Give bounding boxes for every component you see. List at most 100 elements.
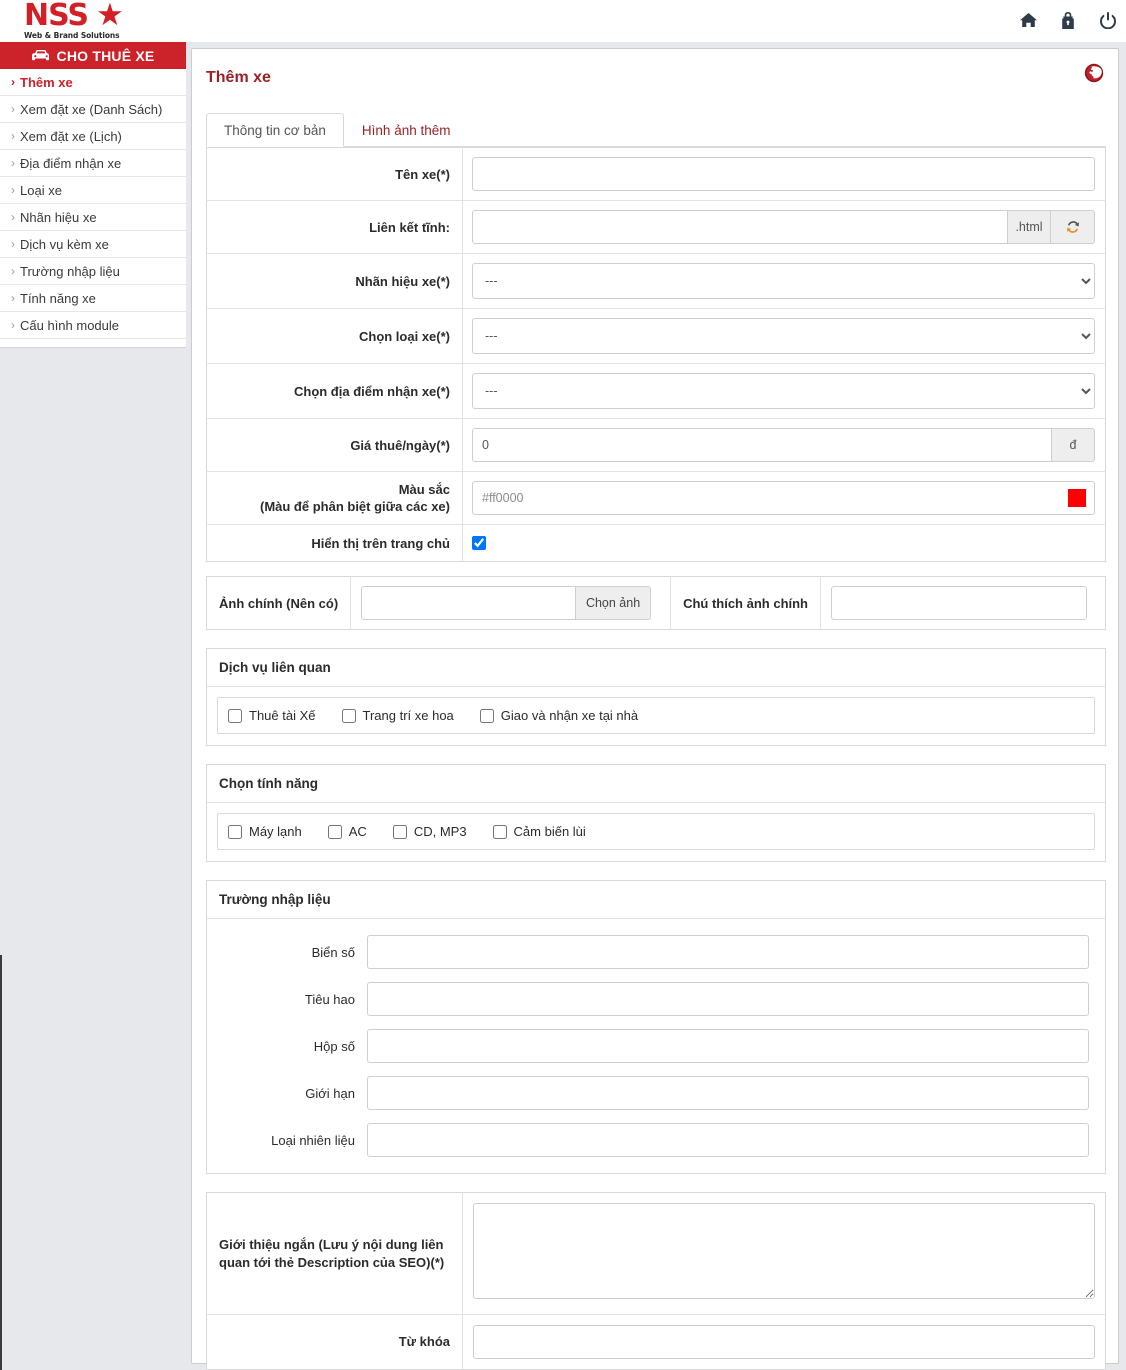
refresh-icon[interactable] — [1051, 210, 1095, 244]
top-bar: NSS ★ Web & Brand Solutions — [0, 0, 1126, 42]
row-chon-dia-diem: Chọn địa điểm nhận xe(*) --- — [207, 364, 1106, 419]
services-checkbox-strip: Thuê tài Xế Trang trí xe hoa Giao và nhậ… — [217, 697, 1095, 734]
feature-cd-mp3[interactable]: CD, MP3 — [393, 824, 467, 839]
chevron-right-icon: › — [11, 264, 15, 278]
tieu-hao-input[interactable] — [367, 982, 1089, 1016]
feature-checkbox[interactable] — [493, 825, 507, 839]
label-tu-khoa: Từ khóa — [207, 1315, 463, 1370]
color-swatch-button[interactable] — [1059, 481, 1095, 515]
feature-label: CD, MP3 — [414, 824, 467, 839]
tab-hinh-anh-them[interactable]: Hình ảnh thêm — [344, 113, 469, 147]
sidebar-item-cau-hinh-module[interactable]: › Cấu hình module — [0, 312, 186, 339]
chevron-right-icon: › — [11, 210, 15, 224]
chevron-right-icon: › — [11, 156, 15, 170]
currency-suffix-label: đ — [1051, 428, 1095, 462]
sidebar-item-nhan-hieu-xe[interactable]: › Nhãn hiệu xe — [0, 204, 186, 231]
label-chu-thich-anh: Chú thích ảnh chính — [671, 577, 821, 630]
service-trang-tri-xe-hoa[interactable]: Trang trí xe hoa — [342, 708, 454, 723]
left-edge-rule — [0, 955, 2, 1370]
sidebar-item-dich-vu-kem-xe[interactable]: › Dịch vụ kèm xe — [0, 231, 186, 258]
sidebar-item-xem-dat-xe-danh-sach[interactable]: › Xem đặt xe (Danh Sách) — [0, 96, 186, 123]
anh-chinh-file-group: Chọn ảnh — [361, 586, 651, 620]
sidebar-item-loai-xe[interactable]: › Loại xe — [0, 177, 186, 204]
sidebar-item-label: Tính năng xe — [20, 291, 96, 306]
service-giao-va-nhan-xe-tai-nha[interactable]: Giao và nhận xe tại nhà — [480, 708, 638, 723]
field-bien-so: Biển số — [207, 935, 1089, 969]
service-label: Thuê tài Xế — [249, 708, 316, 723]
lien-ket-tinh-input[interactable] — [472, 210, 1007, 244]
service-label: Trang trí xe hoa — [363, 708, 454, 723]
feature-checkbox[interactable] — [328, 825, 342, 839]
field-tieu-hao: Tiêu hao — [207, 982, 1089, 1016]
chon-dia-diem-select[interactable]: --- — [472, 373, 1095, 409]
field-hop-so: Hộp số — [207, 1029, 1089, 1063]
label-gioi-thieu-line1: Giới thiệu ngắn (Lưu ý nội dung liên — [219, 1236, 450, 1254]
sidebar-item-dia-diem-nhan-xe[interactable]: › Địa điểm nhận xe — [0, 150, 186, 177]
sidebar-item-xem-dat-xe-lich[interactable]: › Xem đặt xe (Lịch) — [0, 123, 186, 150]
service-checkbox[interactable] — [342, 709, 356, 723]
service-thue-tai-xe[interactable]: Thuê tài Xế — [228, 708, 316, 723]
sidebar-item-label: Trường nhập liệu — [20, 264, 120, 279]
sidebar-item-truong-nhap-lieu[interactable]: › Trường nhập liệu — [0, 258, 186, 285]
gioi-thieu-ngan-textarea[interactable] — [473, 1203, 1095, 1299]
sidebar-item-label: Xem đặt xe (Lịch) — [20, 129, 122, 144]
label-mau-sac: Màu sắc (Màu để phân biệt giữa các xe) — [207, 472, 463, 525]
row-nhan-hieu-xe: Nhãn hiệu xe(*) --- — [207, 254, 1106, 309]
chu-thich-anh-input[interactable] — [831, 586, 1087, 620]
features-panel-title: Chọn tính năng — [207, 765, 1105, 803]
globe-icon[interactable] — [1084, 63, 1104, 83]
sidebar: CHO THUÊ XE › Thêm xe › Xem đặt xe (Danh… — [0, 42, 186, 348]
sidebar-item-label: Cấu hình module — [20, 318, 119, 333]
feature-checkbox[interactable] — [393, 825, 407, 839]
sidebar-item-label: Xem đặt xe (Danh Sách) — [20, 102, 162, 117]
user-lock-icon[interactable] — [1058, 9, 1078, 31]
sidebar-item-label: Loại xe — [20, 183, 62, 198]
nss-logo[interactable]: NSS ★ Web & Brand Solutions — [24, 2, 144, 40]
row-mau-sac: Màu sắc (Màu để phân biệt giữa các xe) — [207, 472, 1106, 525]
row-ten-xe: Tên xe(*) — [207, 148, 1106, 201]
label-gioi-thieu-line2: quan tới thẻ Description của SEO)(*) — [219, 1254, 450, 1272]
loai-nhien-lieu-input[interactable] — [367, 1123, 1089, 1157]
anh-chinh-file-input[interactable] — [361, 586, 575, 620]
label-loai-nhien-lieu: Loại nhiên liệu — [207, 1133, 367, 1148]
hien-thi-trang-chu-checkbox[interactable] — [472, 536, 486, 550]
tu-khoa-input[interactable] — [473, 1325, 1095, 1359]
gia-thue-input[interactable] — [472, 428, 1051, 462]
label-mau-sac-line2: (Màu để phân biệt giữa các xe) — [213, 498, 450, 515]
top-icon-group — [1018, 9, 1118, 31]
admin-page: NSS ★ Web & Brand Solutions CH — [0, 0, 1126, 1370]
home-icon[interactable] — [1018, 9, 1038, 31]
row-gioi-thieu-ngan: Giới thiệu ngắn (Lưu ý nội dung liên qua… — [207, 1193, 1106, 1315]
feature-may-lanh[interactable]: Máy lạnh — [228, 824, 302, 839]
chon-anh-button[interactable]: Chọn ảnh — [575, 586, 651, 620]
label-gioi-han: Giới hạn — [207, 1086, 367, 1101]
data-entry-panel: Trường nhập liệu Biển số Tiêu hao — [206, 880, 1106, 1174]
bien-so-input[interactable] — [367, 935, 1089, 969]
service-checkbox[interactable] — [480, 709, 494, 723]
chon-loai-xe-select[interactable]: --- — [472, 318, 1095, 354]
ten-xe-input[interactable] — [472, 157, 1095, 191]
feature-label: AC — [349, 824, 367, 839]
nhan-hieu-xe-select[interactable]: --- — [472, 263, 1095, 299]
page-title: Thêm xe — [206, 69, 271, 87]
form-area: Tên xe(*) Liên kết tĩnh: .html — [206, 147, 1106, 1370]
row-lien-ket-tinh: Liên kết tĩnh: .html — [207, 201, 1106, 254]
sidebar-item-them-xe[interactable]: › Thêm xe — [0, 69, 186, 96]
label-ten-xe: Tên xe(*) — [207, 148, 463, 201]
field-loai-nhien-lieu: Loại nhiên liệu — [207, 1123, 1089, 1157]
services-panel-title: Dịch vụ liên quan — [207, 649, 1105, 687]
feature-cam-bien-lui[interactable]: Cảm biến lùi — [493, 824, 586, 839]
hop-so-input[interactable] — [367, 1029, 1089, 1063]
feature-ac[interactable]: AC — [328, 824, 367, 839]
gioi-han-input[interactable] — [367, 1076, 1089, 1110]
tab-thong-tin-co-ban[interactable]: Thông tin cơ bản — [206, 113, 344, 147]
basic-info-table: Tên xe(*) Liên kết tĩnh: .html — [206, 147, 1106, 562]
services-panel: Dịch vụ liên quan Thuê tài Xế Trang trí … — [206, 648, 1106, 746]
sidebar-item-tinh-nang-xe[interactable]: › Tính năng xe — [0, 285, 186, 312]
field-gioi-han: Giới hạn — [207, 1076, 1089, 1110]
mau-sac-input[interactable] — [472, 481, 1059, 515]
main-panel: Thêm xe Thông tin cơ bản Hình ảnh thêm T… — [191, 48, 1119, 1364]
feature-checkbox[interactable] — [228, 825, 242, 839]
power-icon[interactable] — [1098, 9, 1118, 31]
service-checkbox[interactable] — [228, 709, 242, 723]
